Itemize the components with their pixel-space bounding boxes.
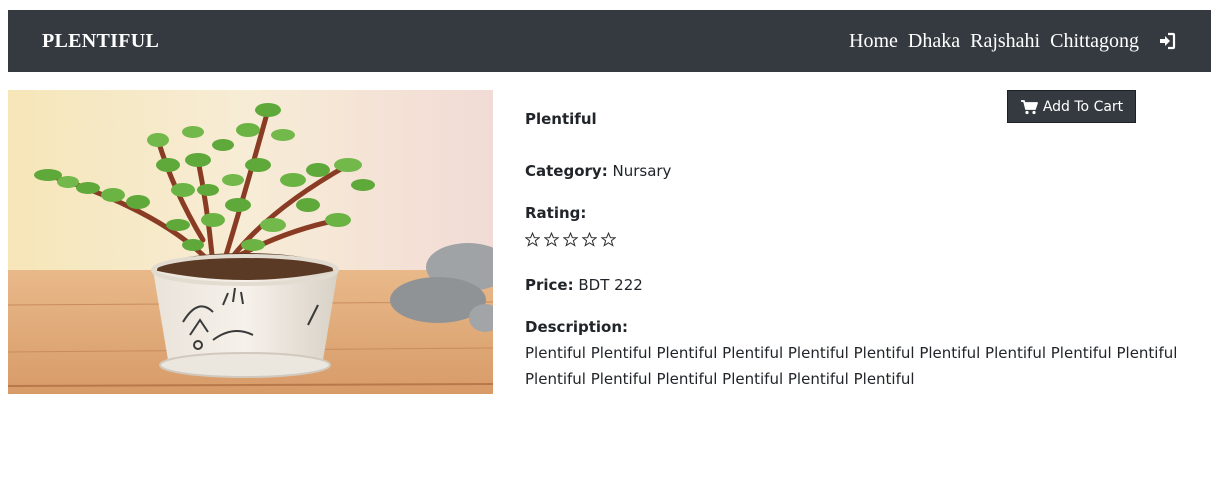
navbar: PLENTIFUL Home Dhaka Rajshahi Chittagong <box>8 10 1211 72</box>
add-to-cart-button[interactable]: Add To Cart <box>1007 90 1136 123</box>
brand-logo[interactable]: PLENTIFUL <box>42 30 159 53</box>
description-text: Plentiful Plentiful Plentiful Plentiful … <box>525 344 1178 388</box>
rating-stars <box>525 232 616 247</box>
price-label: Price: <box>525 276 574 294</box>
add-to-cart-label: Add To Cart <box>1042 98 1124 115</box>
nav-link-chittagong[interactable]: Chittagong <box>1050 30 1139 53</box>
star-outline-icon <box>563 232 578 247</box>
sign-in-icon[interactable] <box>1157 31 1177 51</box>
price-value: BDT 222 <box>578 276 643 294</box>
star-outline-icon <box>544 232 559 247</box>
category-row: Category: Nursary <box>525 160 671 183</box>
shopping-cart-icon <box>1020 99 1038 114</box>
category-label: Category: <box>525 162 608 180</box>
description-label: Description: <box>525 318 629 336</box>
star-outline-icon <box>601 232 616 247</box>
star-outline-icon <box>582 232 597 247</box>
category-value: Nursary <box>612 162 672 180</box>
nav-link-home[interactable]: Home <box>849 30 898 53</box>
nav-link-rajshahi[interactable]: Rajshahi <box>970 30 1040 53</box>
rating-label: Rating: <box>525 204 587 222</box>
product-image <box>8 90 493 394</box>
nav-links: Home Dhaka Rajshahi Chittagong <box>849 30 1177 53</box>
star-outline-icon <box>525 232 540 247</box>
nav-link-dhaka[interactable]: Dhaka <box>908 30 960 53</box>
price-row: Price: BDT 222 <box>525 274 643 297</box>
jade-plant-in-pot-icon <box>8 90 493 394</box>
product-name: Plentiful <box>525 110 597 128</box>
